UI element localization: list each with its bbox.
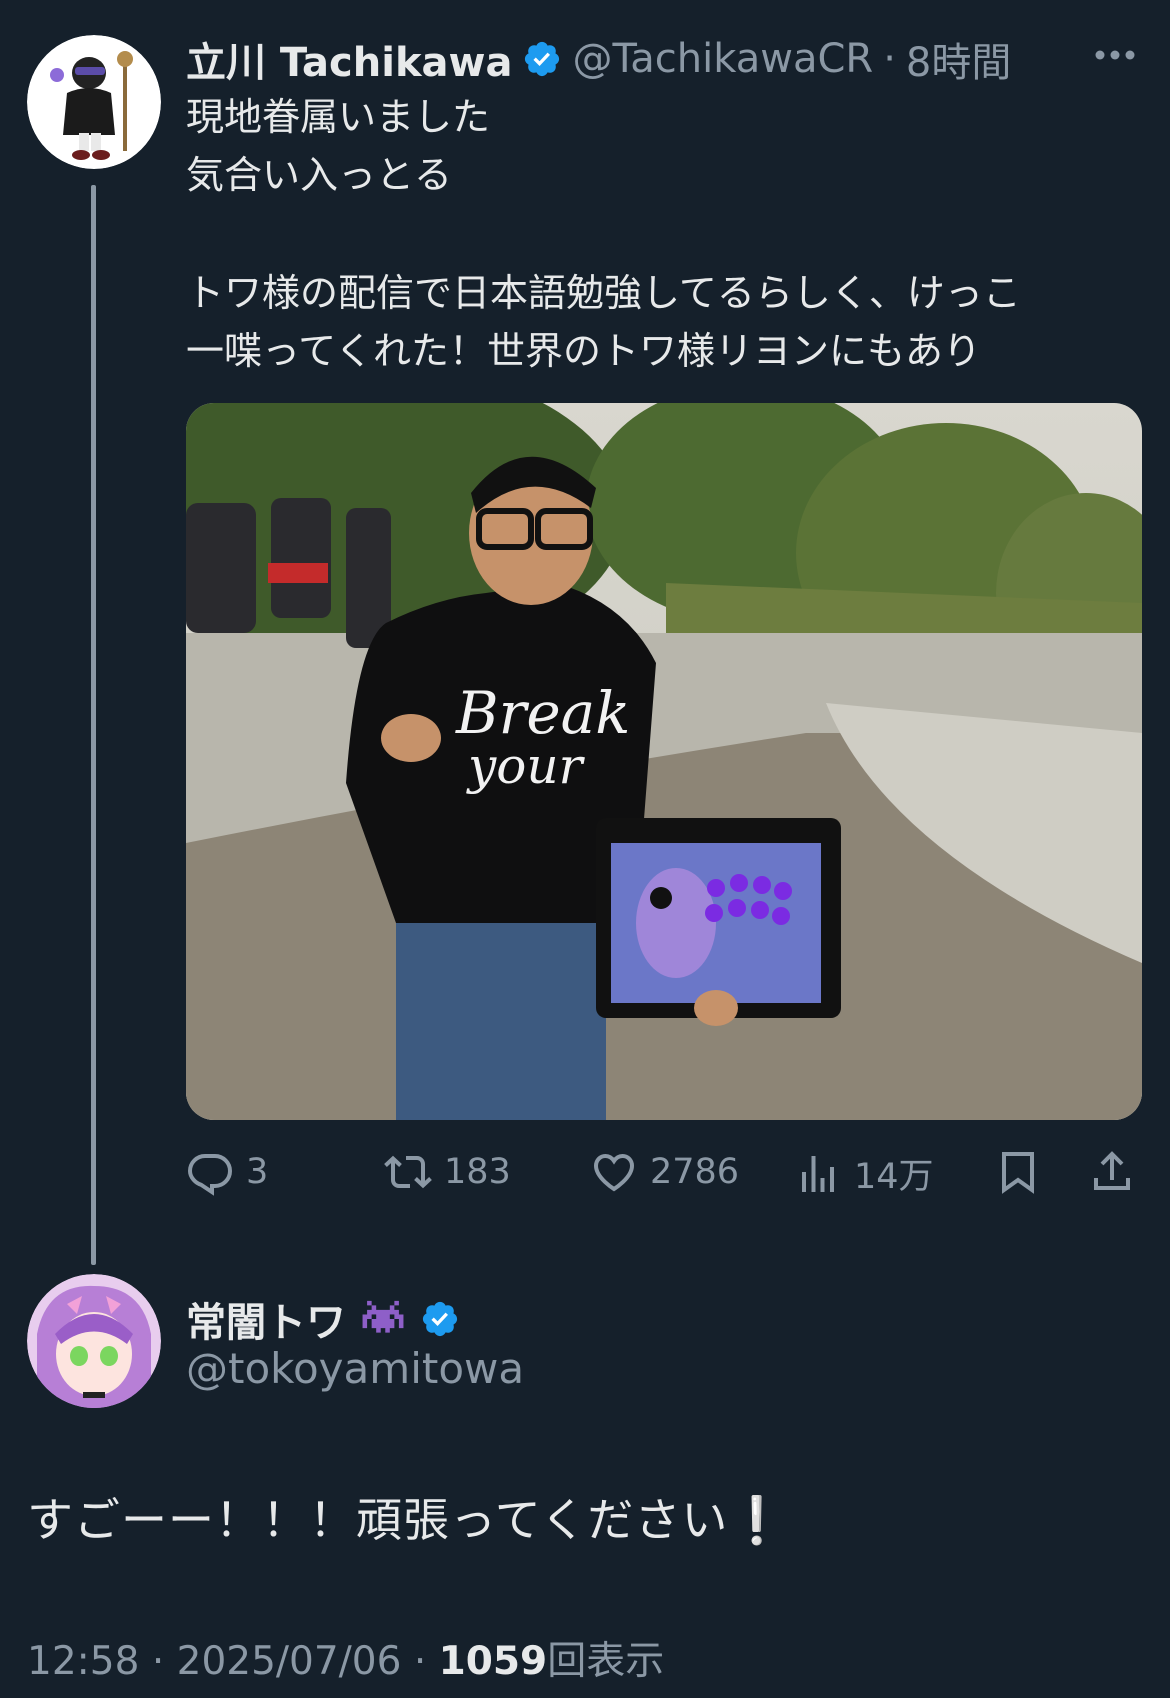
separator-dot: ·: [151, 1639, 165, 1684]
retweet-count: 183: [444, 1152, 511, 1192]
time-ago[interactable]: 8時間: [906, 30, 1011, 88]
tweet-text-line: 一喋ってくれた！世界のトワ様リヨンにもあり: [186, 329, 981, 373]
reply-header: 常闇トワ: [186, 1290, 460, 1348]
view-count: 14万: [854, 1157, 934, 1197]
retweet-button[interactable]: 183: [384, 1148, 511, 1196]
reply-text: すごーー！！！頑張ってください❕: [27, 1493, 787, 1547]
tweet-text-line: [186, 204, 1146, 262]
verified-badge-icon: [422, 1301, 458, 1337]
analytics-icon: [802, 1155, 834, 1192]
share-icon[interactable]: [1088, 1148, 1136, 1196]
views-label: 回表示: [547, 1639, 665, 1684]
tweet-date[interactable]: 2025/07/06: [177, 1639, 402, 1684]
tweet-header: 立川 Tachikawa @TachikawaCR · 8時間: [186, 30, 1011, 88]
tweet-text-line: 現地眷属いました: [186, 95, 491, 139]
display-name[interactable]: 立川 Tachikawa: [186, 30, 512, 88]
views-count: 1059: [438, 1639, 548, 1684]
verified-badge-icon: [525, 41, 560, 77]
like-button[interactable]: 2786: [590, 1148, 739, 1196]
reply-button[interactable]: 3: [186, 1148, 268, 1196]
tweet-text: 現地眷属いました 気合い入っとる トワ様の配信で日本語勉強してるらしく、けっこ …: [186, 88, 1146, 380]
ellipsis-icon[interactable]: [1092, 40, 1138, 70]
heart-icon: [593, 1153, 635, 1192]
svg-text:your: your: [466, 737, 586, 795]
tweet-time[interactable]: 12:58: [27, 1639, 139, 1684]
thread-line: [91, 185, 96, 1265]
separator-dot: ·: [883, 36, 896, 82]
space-invader-icon: [358, 1299, 408, 1339]
retweet-icon: [384, 1155, 432, 1189]
avatar-tachikawa[interactable]: [27, 35, 161, 169]
reply-icon: [187, 1154, 233, 1196]
tweet-text-line: 気合い入っとる: [186, 153, 453, 197]
reply-handle[interactable]: @tokoyamitowa: [186, 1344, 524, 1393]
tweet-text-line: トワ様の配信で日本語勉強してるらしく、けっこ: [186, 271, 1021, 315]
reply-count: 3: [246, 1152, 269, 1192]
tweet-photo[interactable]: Break your: [186, 403, 1142, 1120]
tweet-meta: 12:58 · 2025/07/06 · 1059回表示: [27, 1630, 664, 1686]
handle[interactable]: @TachikawaCR: [572, 36, 873, 82]
reply-display-name[interactable]: 常闇トワ: [186, 1290, 346, 1348]
bookmark-icon[interactable]: [994, 1148, 1042, 1196]
views-button[interactable]: 14万: [794, 1148, 934, 1199]
separator-dot: ·: [413, 1639, 427, 1684]
like-count: 2786: [650, 1152, 740, 1192]
avatar-tokoyamitowa[interactable]: [27, 1274, 161, 1408]
